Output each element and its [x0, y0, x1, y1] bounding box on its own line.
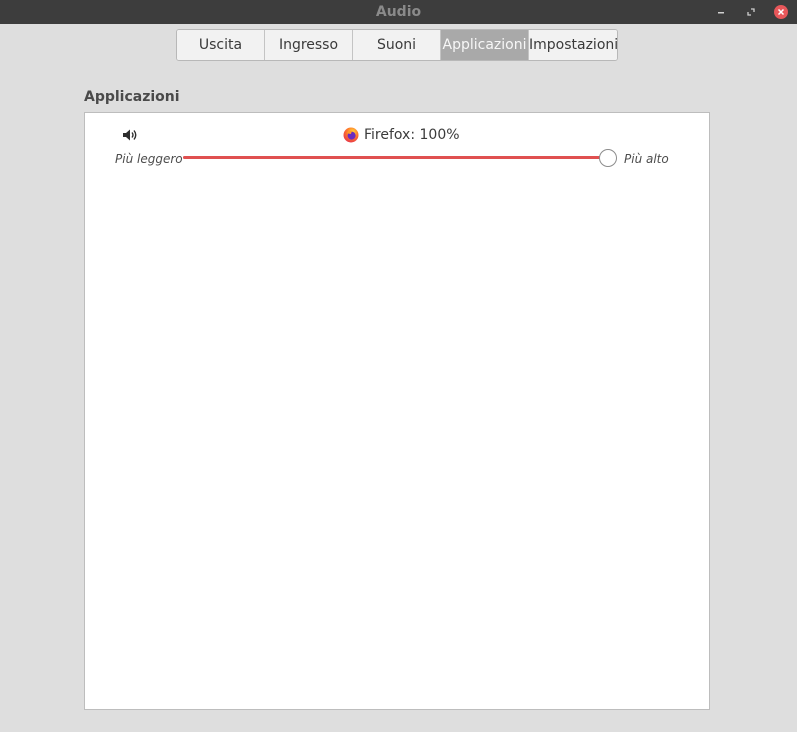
speaker-icon — [123, 129, 137, 141]
maximize-icon — [747, 8, 755, 16]
tab-ingresso[interactable]: Ingresso — [265, 30, 353, 60]
section-title: Applicazioni — [84, 89, 180, 105]
audio-window: Audio Uscita Ingresso Suoni Applicazioni… — [0, 0, 797, 732]
close-icon — [774, 5, 788, 19]
app-volume-label: Firefox: 100% — [364, 127, 460, 143]
slider-min-label: Più leggero — [115, 152, 183, 166]
volume-slider[interactable] — [183, 149, 617, 167]
window-title: Audio — [375, 4, 422, 20]
tab-uscita[interactable]: Uscita — [177, 30, 265, 60]
firefox-icon — [343, 127, 359, 143]
slider-handle[interactable] — [599, 149, 617, 167]
tab-suoni[interactable]: Suoni — [353, 30, 441, 60]
close-button[interactable] — [773, 4, 789, 20]
tab-bar: Uscita Ingresso Suoni Applicazioni Impos… — [176, 29, 618, 61]
tab-impostazioni[interactable]: Impostazioni — [529, 30, 617, 60]
maximize-button[interactable] — [743, 4, 759, 20]
slider-max-label: Più alto — [624, 152, 669, 166]
minimize-button[interactable] — [713, 4, 729, 20]
title-bar[interactable]: Audio — [0, 0, 797, 24]
mute-toggle-button[interactable] — [122, 127, 140, 146]
slider-fill — [183, 156, 607, 159]
app-row-label: Firefox: 100% — [343, 125, 460, 145]
tab-applicazioni[interactable]: Applicazioni — [441, 30, 529, 60]
minimize-icon — [718, 12, 724, 14]
applications-panel: Firefox: 100% Più leggero Più alto — [84, 112, 710, 710]
